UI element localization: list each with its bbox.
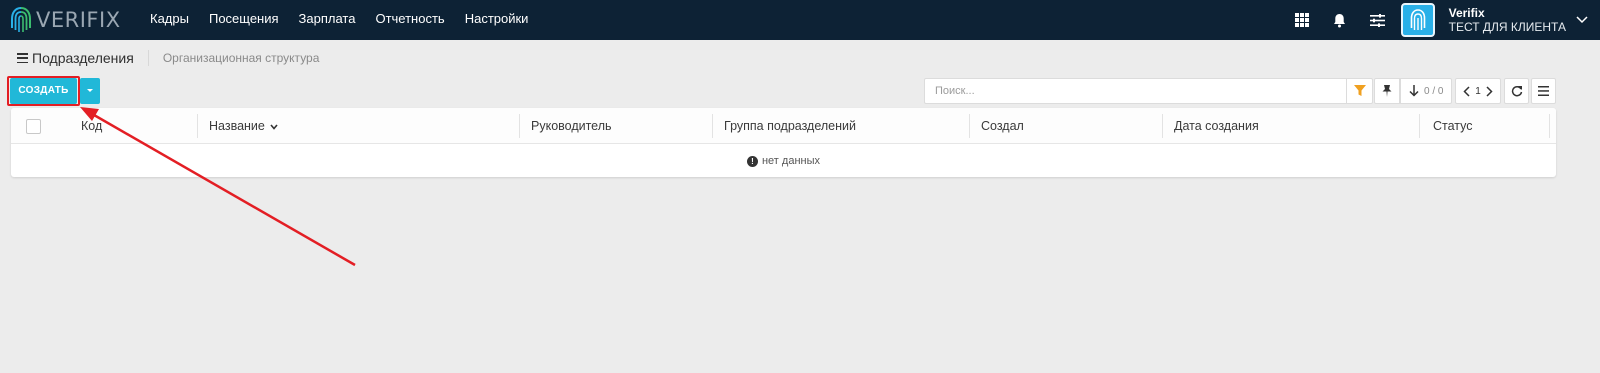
select-all-checkbox[interactable] bbox=[26, 119, 41, 134]
breadcrumb-divider bbox=[147, 50, 149, 66]
chevron-left-icon[interactable] bbox=[1463, 85, 1470, 97]
column-header-manager[interactable]: Руководитель bbox=[519, 108, 612, 144]
column-header-group[interactable]: Группа подразделений bbox=[712, 108, 856, 144]
chevron-right-icon[interactable] bbox=[1486, 85, 1493, 97]
list-icon bbox=[1538, 86, 1549, 96]
sort-chevron-down-icon bbox=[270, 124, 278, 130]
breadcrumb-org-structure[interactable]: Организационная структура bbox=[163, 51, 320, 65]
pager: 1 bbox=[1455, 78, 1501, 104]
arrow-down-icon bbox=[1409, 85, 1419, 97]
apps-grid-icon[interactable] bbox=[1283, 0, 1321, 40]
column-divider[interactable] bbox=[1419, 114, 1420, 138]
fingerprint-logo-icon bbox=[11, 7, 31, 32]
filter-icon bbox=[1353, 85, 1366, 96]
column-header-created-by[interactable]: Создал bbox=[969, 108, 1024, 144]
column-header-code[interactable]: Код bbox=[69, 108, 102, 144]
create-button[interactable]: СОЗДАТЬ bbox=[10, 78, 77, 104]
logo-text: VERIFIX bbox=[36, 8, 121, 32]
main-menu: Кадры Посещения Зарплата Отчетность Наст… bbox=[140, 0, 538, 40]
column-header-created-date[interactable]: Дата создания bbox=[1162, 108, 1259, 144]
caret-down-icon bbox=[87, 89, 93, 92]
reload-button[interactable] bbox=[1504, 78, 1529, 104]
navbar-right: Verifix ТЕСТ ДЛЯ КЛИЕНТА bbox=[1283, 0, 1600, 40]
company-name: ТЕСТ ДЛЯ КЛИЕНТА bbox=[1448, 20, 1566, 34]
app-logo[interactable]: VERIFIX bbox=[10, 6, 140, 34]
hamburger-menu-icon[interactable] bbox=[17, 53, 28, 63]
record-counter: 0 / 0 bbox=[1424, 85, 1444, 97]
company-logo[interactable] bbox=[1400, 3, 1435, 37]
pin-button[interactable] bbox=[1374, 78, 1400, 104]
column-header-status[interactable]: Статус bbox=[1421, 108, 1473, 144]
menu-item-reports[interactable]: Отчетность bbox=[365, 0, 454, 40]
user-menu[interactable]: Verifix ТЕСТ ДЛЯ КЛИЕНТА bbox=[1449, 6, 1566, 34]
empty-text: нет данных bbox=[761, 155, 820, 167]
bell-icon[interactable] bbox=[1321, 0, 1359, 40]
column-header-name-label: Название bbox=[209, 119, 265, 133]
menu-item-attendance[interactable]: Посещения bbox=[199, 0, 289, 40]
fingerprint-icon bbox=[1410, 9, 1425, 30]
create-dropdown-button[interactable] bbox=[80, 78, 100, 104]
menu-item-settings[interactable]: Настройки bbox=[455, 0, 539, 40]
filter-button[interactable] bbox=[1346, 78, 1373, 104]
info-icon: ! bbox=[746, 155, 758, 167]
reload-icon bbox=[1511, 85, 1522, 97]
chevron-down-icon[interactable] bbox=[1576, 16, 1588, 24]
page-title: Подразделения bbox=[32, 50, 134, 66]
menu-item-payroll[interactable]: Зарплата bbox=[289, 0, 366, 40]
empty-state: ! нет данных bbox=[11, 145, 1556, 177]
column-divider[interactable] bbox=[1549, 114, 1550, 138]
user-name: Verifix bbox=[1448, 6, 1485, 20]
top-navbar: VERIFIX Кадры Посещения Зарплата Отчетно… bbox=[0, 0, 1600, 40]
search-input[interactable] bbox=[924, 78, 1346, 104]
sort-counter[interactable]: 0 / 0 bbox=[1400, 78, 1452, 104]
column-settings-button[interactable] bbox=[1531, 78, 1556, 104]
menu-item-staff[interactable]: Кадры bbox=[140, 0, 199, 40]
breadcrumb: Подразделения Организационная структура bbox=[17, 50, 319, 66]
column-header-name[interactable]: Название bbox=[197, 108, 278, 144]
departments-table: Код Название Руководитель Группа подразд… bbox=[11, 108, 1556, 177]
sliders-icon[interactable] bbox=[1359, 0, 1397, 40]
table-header: Код Название Руководитель Группа подразд… bbox=[11, 108, 1556, 144]
pin-icon bbox=[1382, 85, 1392, 97]
page-number[interactable]: 1 bbox=[1475, 86, 1481, 97]
